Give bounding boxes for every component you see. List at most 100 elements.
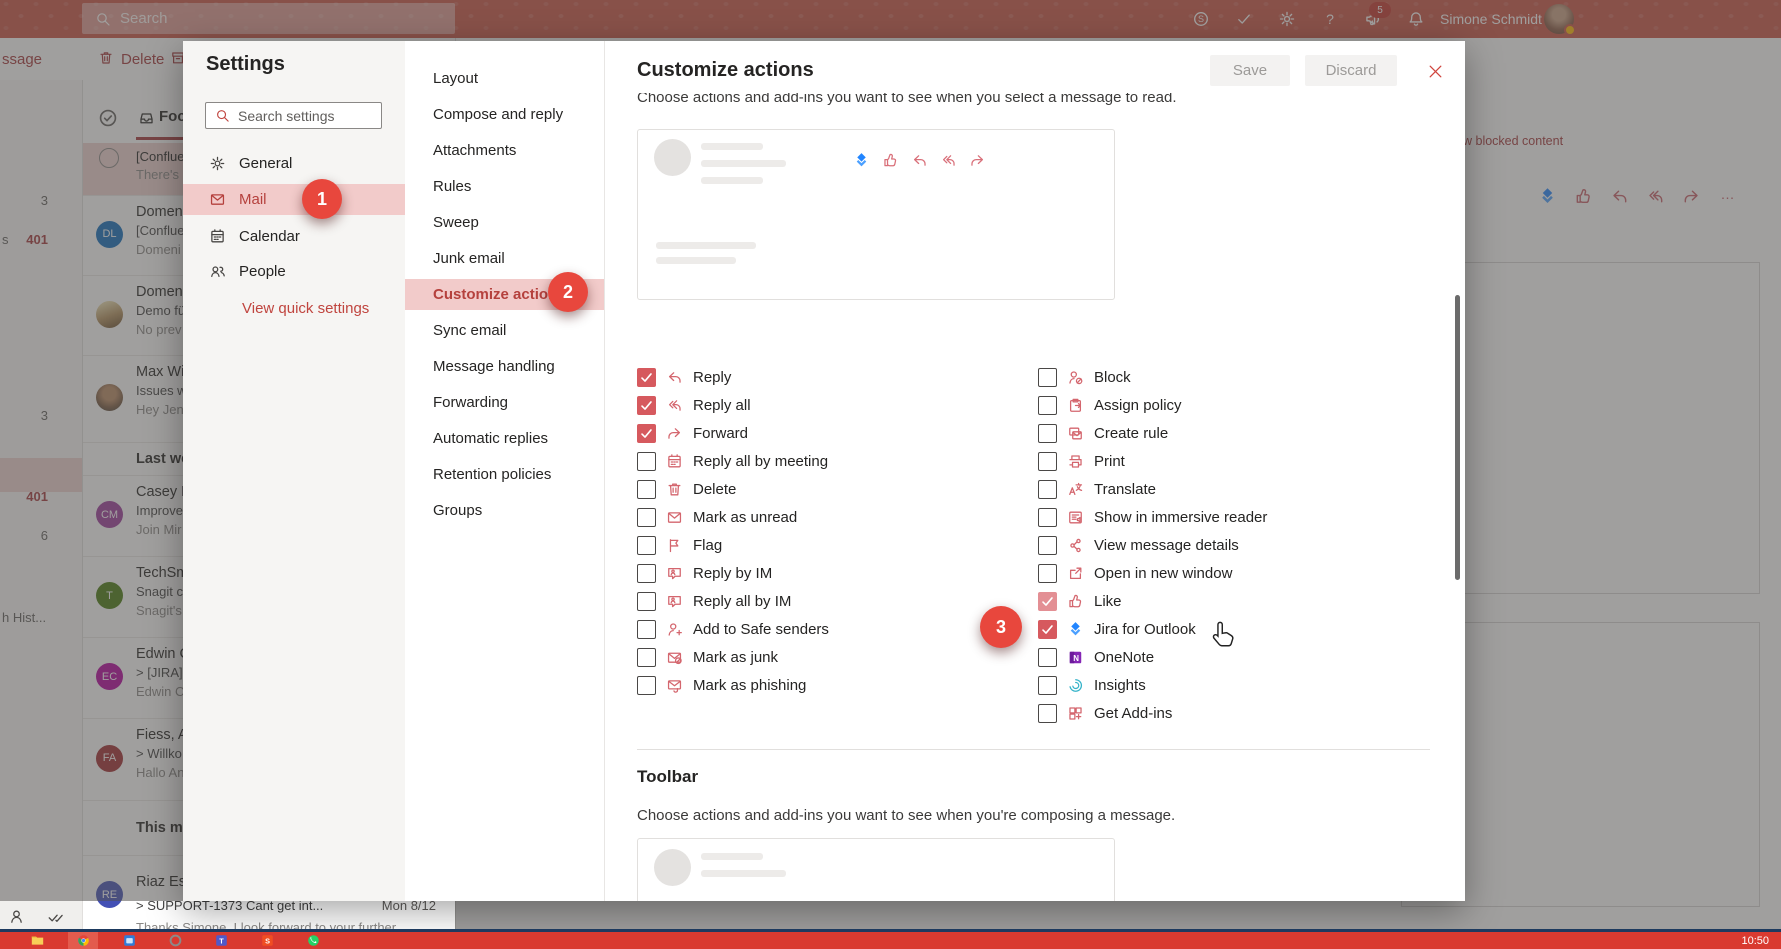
view-quick-settings-link[interactable]: View quick settings (242, 300, 369, 317)
checkbox-reply[interactable] (637, 368, 656, 387)
taskbar-folder-icon[interactable] (22, 932, 52, 949)
page-title: Customize actions (637, 59, 814, 82)
discard-button[interactable]: Discard (1305, 55, 1397, 86)
action-label: Print (1094, 453, 1125, 470)
action-label: Block (1094, 369, 1131, 386)
reply-icon (666, 369, 683, 386)
rule-icon (1067, 425, 1084, 442)
checkbox-create-rule[interactable] (1038, 424, 1057, 443)
subnav-item-sync-email[interactable]: Sync email (405, 315, 604, 346)
action-row-mark-as-phishing[interactable]: Mark as phishing (637, 671, 806, 699)
settings-search-input[interactable]: Search settings (205, 102, 382, 129)
replyall-icon (666, 397, 683, 414)
action-row-get-add-ins[interactable]: Get Add-ins (1038, 699, 1172, 727)
close-button[interactable] (1421, 57, 1449, 85)
reading-description: Choose actions and add-ins you want to s… (637, 93, 1397, 107)
taskbar-teams-icon[interactable]: T (206, 932, 236, 949)
sidebar-item-mail[interactable]: Mail (183, 184, 405, 215)
save-button[interactable]: Save (1210, 55, 1290, 86)
subnav-item-forwarding[interactable]: Forwarding (405, 387, 604, 418)
action-row-mark-as-junk[interactable]: Mark as junk (637, 643, 778, 671)
reply-icon (911, 152, 928, 169)
action-row-translate[interactable]: Translate (1038, 475, 1156, 503)
checkbox-show-in-immersive-reader[interactable] (1038, 508, 1057, 527)
action-row-create-rule[interactable]: Create rule (1038, 419, 1168, 447)
close-icon (1427, 63, 1444, 80)
sidebar-item-calendar[interactable]: Calendar (183, 221, 405, 252)
action-row-add-to-safe-senders[interactable]: Add to Safe senders (637, 615, 829, 643)
text-placeholder (656, 257, 736, 264)
action-row-like[interactable]: Like (1038, 587, 1122, 615)
people-icon[interactable] (8, 908, 25, 925)
action-row-onenote[interactable]: NOneNote (1038, 643, 1154, 671)
subnav-item-layout[interactable]: Layout (405, 63, 604, 94)
checkbox-translate[interactable] (1038, 480, 1057, 499)
action-row-reply-all[interactable]: Reply all (637, 391, 751, 419)
svg-text:S: S (265, 936, 270, 945)
action-row-view-message-details[interactable]: View message details (1038, 531, 1239, 559)
action-row-forward[interactable]: Forward (637, 419, 748, 447)
action-row-show-in-immersive-reader[interactable]: Show in immersive reader (1038, 503, 1267, 531)
sidebar-item-label: Calendar (239, 228, 300, 245)
subnav-item-attachments[interactable]: Attachments (405, 135, 604, 166)
checkbox-reply-all-by-meeting[interactable] (637, 452, 656, 471)
calendar-icon (666, 453, 683, 470)
checkbox-add-to-safe-senders[interactable] (637, 620, 656, 639)
subnav-item-sweep[interactable]: Sweep (405, 207, 604, 238)
phishing-icon (666, 677, 683, 694)
action-row-open-in-new-window[interactable]: Open in new window (1038, 559, 1232, 587)
clock[interactable]: 10:50 (1741, 932, 1769, 949)
taskbar-snagit-icon[interactable] (160, 932, 190, 949)
subnav-item-automatic-replies[interactable]: Automatic replies (405, 423, 604, 454)
action-row-mark-as-unread[interactable]: Mark as unread (637, 503, 797, 531)
checkbox-like[interactable] (1038, 592, 1057, 611)
checkbox-assign-policy[interactable] (1038, 396, 1057, 415)
sidebar-item-general[interactable]: General (183, 148, 405, 179)
checkbox-open-in-new-window[interactable] (1038, 564, 1057, 583)
checkbox-reply-all[interactable] (637, 396, 656, 415)
taskbar-snagit-s-icon[interactable]: S (252, 932, 282, 949)
checkbox-reply-by-im[interactable] (637, 564, 656, 583)
subnav-item-compose-and-reply[interactable]: Compose and reply (405, 99, 604, 130)
action-row-reply-all-by-im[interactable]: Reply all by IM (637, 587, 791, 615)
checkbox-onenote[interactable] (1038, 648, 1057, 667)
sidebar-item-people[interactable]: People (183, 256, 405, 287)
checkbox-mark-as-phishing[interactable] (637, 676, 656, 695)
scrollbar[interactable] (1455, 295, 1460, 580)
checkbox-forward[interactable] (637, 424, 656, 443)
action-row-block[interactable]: Block (1038, 363, 1131, 391)
step-badge-3: 3 (980, 606, 1022, 648)
taskbar-whatsapp-icon[interactable] (298, 932, 328, 949)
checkbox-reply-all-by-im[interactable] (637, 592, 656, 611)
svg-text:T: T (219, 936, 224, 945)
taskbar-blue-app-icon[interactable] (114, 932, 144, 949)
taskbar-chrome-icon[interactable] (68, 932, 98, 949)
tasks-icon[interactable] (47, 908, 64, 925)
action-row-jira-for-outlook[interactable]: Jira for Outlook (1038, 615, 1196, 643)
checkbox-mark-as-unread[interactable] (637, 508, 656, 527)
checkbox-delete[interactable] (637, 480, 656, 499)
checkbox-print[interactable] (1038, 452, 1057, 471)
action-row-flag[interactable]: Flag (637, 531, 722, 559)
checkbox-block[interactable] (1038, 368, 1057, 387)
action-row-reply[interactable]: Reply (637, 363, 731, 391)
checkbox-jira-for-outlook[interactable] (1038, 620, 1057, 639)
subnav-item-rules[interactable]: Rules (405, 171, 604, 202)
action-row-reply-by-im[interactable]: Reply by IM (637, 559, 772, 587)
checkbox-insights[interactable] (1038, 676, 1057, 695)
checkbox-mark-as-junk[interactable] (637, 648, 656, 667)
subnav-item-message-handling[interactable]: Message handling (405, 351, 604, 382)
action-row-insights[interactable]: Insights (1038, 671, 1146, 699)
action-row-delete[interactable]: Delete (637, 475, 736, 503)
subnav-item-retention-policies[interactable]: Retention policies (405, 459, 604, 490)
action-row-assign-policy[interactable]: Assign policy (1038, 391, 1182, 419)
checkbox-flag[interactable] (637, 536, 656, 555)
subnav-item-junk-email[interactable]: Junk email (405, 243, 604, 274)
subnav-item-groups[interactable]: Groups (405, 495, 604, 526)
translate-icon (1067, 481, 1084, 498)
action-label: Like (1094, 593, 1122, 610)
checkbox-view-message-details[interactable] (1038, 536, 1057, 555)
action-row-print[interactable]: Print (1038, 447, 1125, 475)
checkbox-get-add-ins[interactable] (1038, 704, 1057, 723)
action-row-reply-all-by-meeting[interactable]: Reply all by meeting (637, 447, 828, 475)
